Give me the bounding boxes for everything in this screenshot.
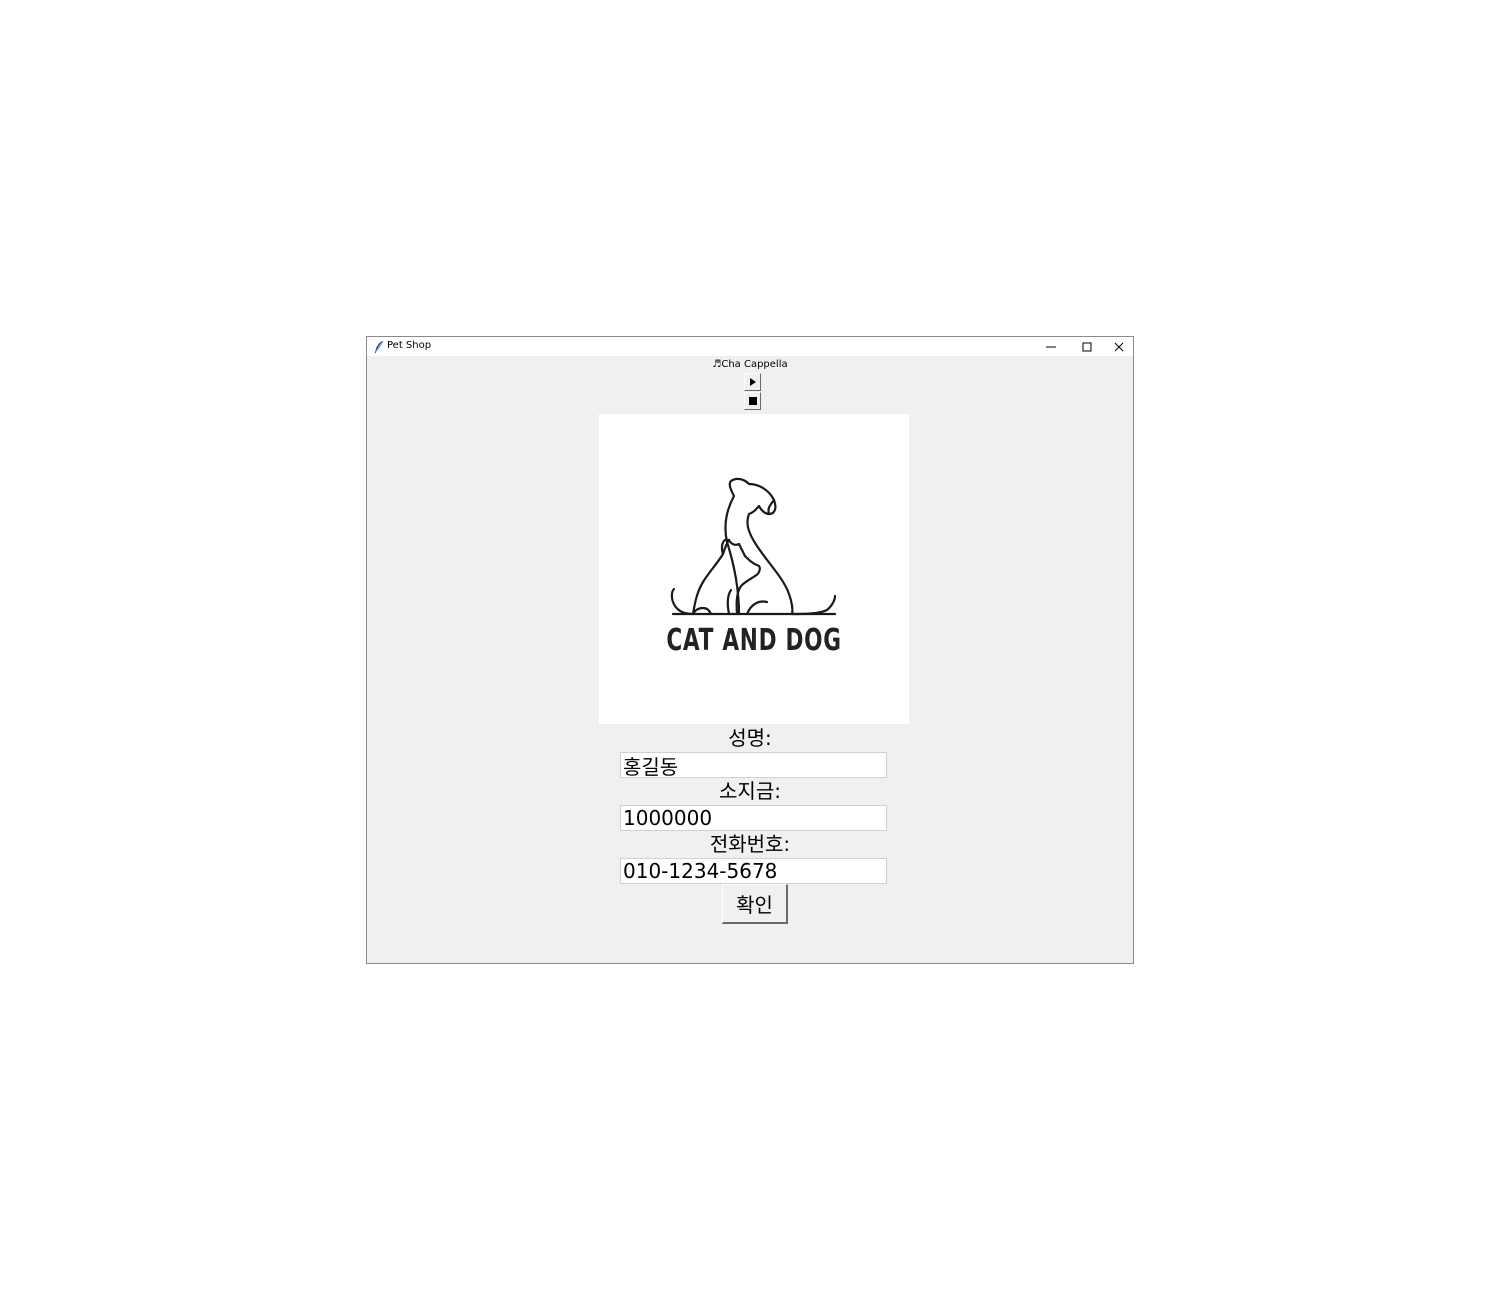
stop-icon bbox=[748, 397, 757, 405]
cat-and-dog-logo-icon bbox=[670, 477, 837, 616]
window-content: ♬Cha Cappella CAT AND DOG 성명: 홍길동 소지금: 1… bbox=[367, 356, 1133, 963]
play-icon bbox=[749, 378, 756, 386]
logo-image: CAT AND DOG bbox=[599, 414, 909, 724]
logo-text: CAT AND DOG bbox=[666, 623, 842, 658]
name-label: 성명: bbox=[728, 726, 772, 750]
phone-label: 전화번호: bbox=[709, 832, 791, 856]
minimize-button[interactable] bbox=[1033, 337, 1069, 356]
app-window: Pet Shop ♬Cha Cappella CAT AND DOG 성명: 홍… bbox=[366, 336, 1134, 964]
name-input[interactable] bbox=[620, 752, 887, 778]
phone-input[interactable] bbox=[620, 858, 887, 884]
maximize-button[interactable] bbox=[1069, 337, 1105, 356]
now-playing-label: ♬Cha Cappella bbox=[712, 359, 788, 370]
stop-button[interactable] bbox=[744, 392, 761, 410]
play-button[interactable] bbox=[744, 373, 761, 391]
window-title: Pet Shop bbox=[387, 340, 432, 351]
confirm-button[interactable]: 확인 bbox=[722, 884, 788, 924]
money-label: 소지금: bbox=[719, 779, 781, 803]
close-icon bbox=[1114, 342, 1124, 351]
feather-icon bbox=[373, 339, 385, 353]
title-bar[interactable]: Pet Shop bbox=[367, 337, 1133, 356]
maximize-icon bbox=[1082, 342, 1092, 351]
minimize-icon bbox=[1046, 346, 1056, 347]
money-input[interactable] bbox=[620, 805, 887, 831]
close-button[interactable] bbox=[1105, 337, 1133, 356]
